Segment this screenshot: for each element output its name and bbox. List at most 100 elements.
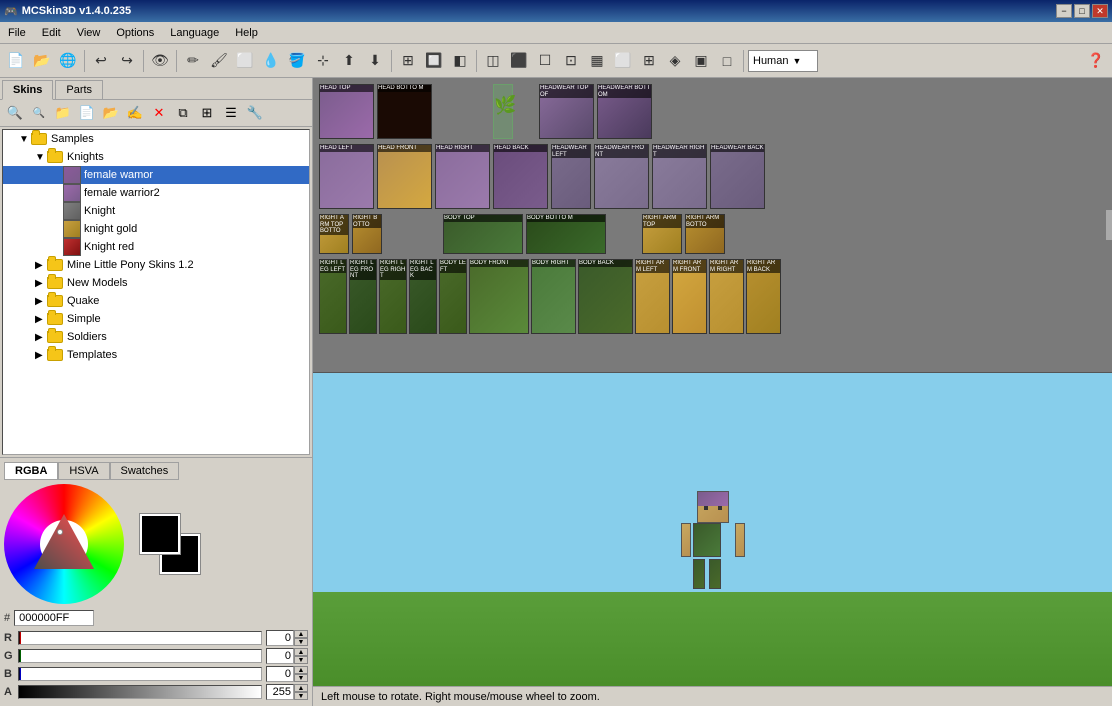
part-head-left[interactable]: HEAD LEFT — [319, 144, 374, 209]
pencil-button[interactable]: ✏ — [181, 49, 205, 73]
new-folder-button[interactable]: 📁 — [52, 102, 74, 124]
skin-editor[interactable]: HEAD TOP HEAD BOTTO M 🌿 HEADWEAR TOP OF … — [313, 78, 1112, 373]
tb7[interactable]: ⬛ — [507, 49, 531, 73]
wrench-button[interactable]: 🔧 — [244, 102, 266, 124]
part-headwear-left[interactable]: HEADWEAR LEFT — [551, 144, 591, 209]
tree-item-mine-little[interactable]: ▶ Mine Little Pony Skins 1.2 — [3, 256, 309, 274]
part-body-front[interactable]: BODY FRONT — [469, 259, 529, 334]
tree-item-quake[interactable]: ▶ Quake — [3, 292, 309, 310]
menu-edit[interactable]: Edit — [34, 22, 69, 44]
part-body-left[interactable]: BODY LEFT — [439, 259, 467, 334]
tb6[interactable]: ◫ — [481, 49, 505, 73]
new-skin-tree-button[interactable]: 📄 — [76, 102, 98, 124]
color-triangle[interactable] — [29, 509, 99, 579]
clone-button[interactable]: ⧉ — [172, 102, 194, 124]
slider-r-value[interactable] — [266, 630, 294, 646]
redo-button[interactable]: ↪ — [115, 49, 139, 73]
part-rleg-back[interactable]: RIGHT LEG BACK — [409, 259, 437, 334]
maximize-button[interactable]: □ — [1074, 4, 1090, 18]
tree-item-knight-gold[interactable]: ▶ knight gold — [3, 220, 309, 238]
part-head-front[interactable]: HEAD FRONT — [377, 144, 432, 209]
new-skin-button[interactable]: 📄 — [4, 49, 28, 73]
tree-item-knights[interactable]: ▼ Knights — [3, 148, 309, 166]
part-headwear-bottom[interactable]: HEADWEAR BOTTOM — [597, 84, 652, 139]
expand-quake[interactable]: ▶ — [35, 296, 47, 307]
tb11[interactable]: ⬜ — [611, 49, 635, 73]
upload-button[interactable]: ⬆ — [337, 49, 361, 73]
slider-b-up[interactable]: ▲ — [294, 666, 308, 674]
slider-a-track[interactable] — [18, 685, 262, 699]
expand-simple[interactable]: ▶ — [35, 314, 47, 325]
part-head-right[interactable]: HEAD RIGHT — [435, 144, 490, 209]
part-headwear-back[interactable]: HEADWEAR BACK — [710, 144, 765, 209]
slider-a-down[interactable]: ▼ — [294, 692, 308, 700]
color-wheel[interactable] — [4, 484, 124, 604]
slider-r-down[interactable]: ▼ — [294, 638, 308, 646]
dropper-button[interactable]: 💧 — [259, 49, 283, 73]
tb12[interactable]: ⊞ — [637, 49, 661, 73]
part-rarm-right[interactable]: RIGHT ARM RIGHT — [709, 259, 744, 334]
expand-knights[interactable]: ▼ — [35, 152, 47, 163]
tree-item-knight[interactable]: ▶ Knight — [3, 202, 309, 220]
part-body-top[interactable]: BODY TOP — [443, 214, 523, 254]
open-skin-button[interactable]: 📂 — [100, 102, 122, 124]
slider-b-value[interactable] — [266, 666, 294, 682]
menu-options[interactable]: Options — [108, 22, 162, 44]
menu-language[interactable]: Language — [162, 22, 227, 44]
slider-r-track[interactable] — [18, 631, 262, 645]
tree-item-new-models[interactable]: ▶ New Models — [3, 274, 309, 292]
part-rarm-left[interactable]: RIGHT ARM LEFT — [635, 259, 670, 334]
minimize-button[interactable]: − — [1056, 4, 1072, 18]
slider-r-up[interactable]: ▲ — [294, 630, 308, 638]
slider-b-track[interactable] — [18, 667, 262, 681]
part-rleg-left[interactable]: RIGHT LEG LEFT — [319, 259, 347, 334]
tree-item-templates[interactable]: ▶ Templates — [3, 346, 309, 364]
tree-item-simple[interactable]: ▶ Simple — [3, 310, 309, 328]
slider-a-up[interactable]: ▲ — [294, 684, 308, 692]
help-button[interactable]: ❓ — [1084, 49, 1108, 73]
part-head-top[interactable]: HEAD TOP — [319, 84, 374, 139]
tree-item-soldiers[interactable]: ▶ Soldiers — [3, 328, 309, 346]
import-button[interactable]: ⬇ — [363, 49, 387, 73]
close-button[interactable]: ✕ — [1092, 4, 1108, 18]
expand-mine-little[interactable]: ▶ — [35, 260, 47, 271]
part-body-bottom[interactable]: BODY BOTTO M — [526, 214, 606, 254]
part-head-bottom[interactable]: HEAD BOTTO M — [377, 84, 432, 139]
tb13[interactable]: ◈ — [663, 49, 687, 73]
color-indicator[interactable] — [57, 529, 63, 535]
rename-button[interactable]: ✍ — [124, 102, 146, 124]
slider-g-down[interactable]: ▼ — [294, 656, 308, 664]
delete-skin-button[interactable]: ✕ — [148, 102, 170, 124]
slider-g-track[interactable] — [18, 649, 262, 663]
tb10[interactable]: ▦ — [585, 49, 609, 73]
preview-3d[interactable] — [313, 373, 1112, 686]
tb14[interactable]: ▣ — [689, 49, 713, 73]
alpha-button[interactable]: 🔲 — [422, 49, 446, 73]
tab-skins[interactable]: Skins — [2, 80, 53, 100]
list-view-button[interactable]: ☰ — [220, 102, 242, 124]
part-left-arm-top2[interactable]: RIGHT ARM BOTTO — [685, 214, 725, 254]
tb15[interactable]: □ — [715, 49, 739, 73]
zoom-in-button[interactable]: 🔍 — [4, 102, 26, 124]
part-headwear-front[interactable]: HEADWEAR FRONT — [594, 144, 649, 209]
fill-button[interactable]: 🪣 — [285, 49, 309, 73]
zoom-out-button[interactable]: 🔍 — [28, 102, 50, 124]
part-right-arm-bottom[interactable]: RIGHT BOTTO — [352, 214, 382, 254]
web-button[interactable]: 🌐 — [56, 49, 80, 73]
paint-button[interactable]: 🖌 — [207, 49, 231, 73]
expand-soldiers[interactable]: ▶ — [35, 332, 47, 343]
part-rleg-front[interactable]: RIGHT LEG FRONT — [349, 259, 377, 334]
resize-handle[interactable] — [1106, 210, 1112, 240]
eraser-button[interactable]: ⬜ — [233, 49, 257, 73]
part-headwear-top[interactable]: HEADWEAR TOP OF — [539, 84, 594, 139]
color-tab-swatches[interactable]: Swatches — [110, 462, 180, 480]
tree-item-samples[interactable]: ▼ Samples — [3, 130, 309, 148]
tree-item-knight-red[interactable]: ▶ Knight red — [3, 238, 309, 256]
depth-button[interactable]: ◧ — [448, 49, 472, 73]
color-tab-hsva[interactable]: HSVA — [58, 462, 109, 480]
expand-new-models[interactable]: ▶ — [35, 278, 47, 289]
tree-item-female-warrior2[interactable]: ▶ female warrior2 — [3, 184, 309, 202]
grid-view-button[interactable]: ⊞ — [196, 102, 218, 124]
slider-b-down[interactable]: ▼ — [294, 674, 308, 682]
menu-help[interactable]: Help — [227, 22, 266, 44]
